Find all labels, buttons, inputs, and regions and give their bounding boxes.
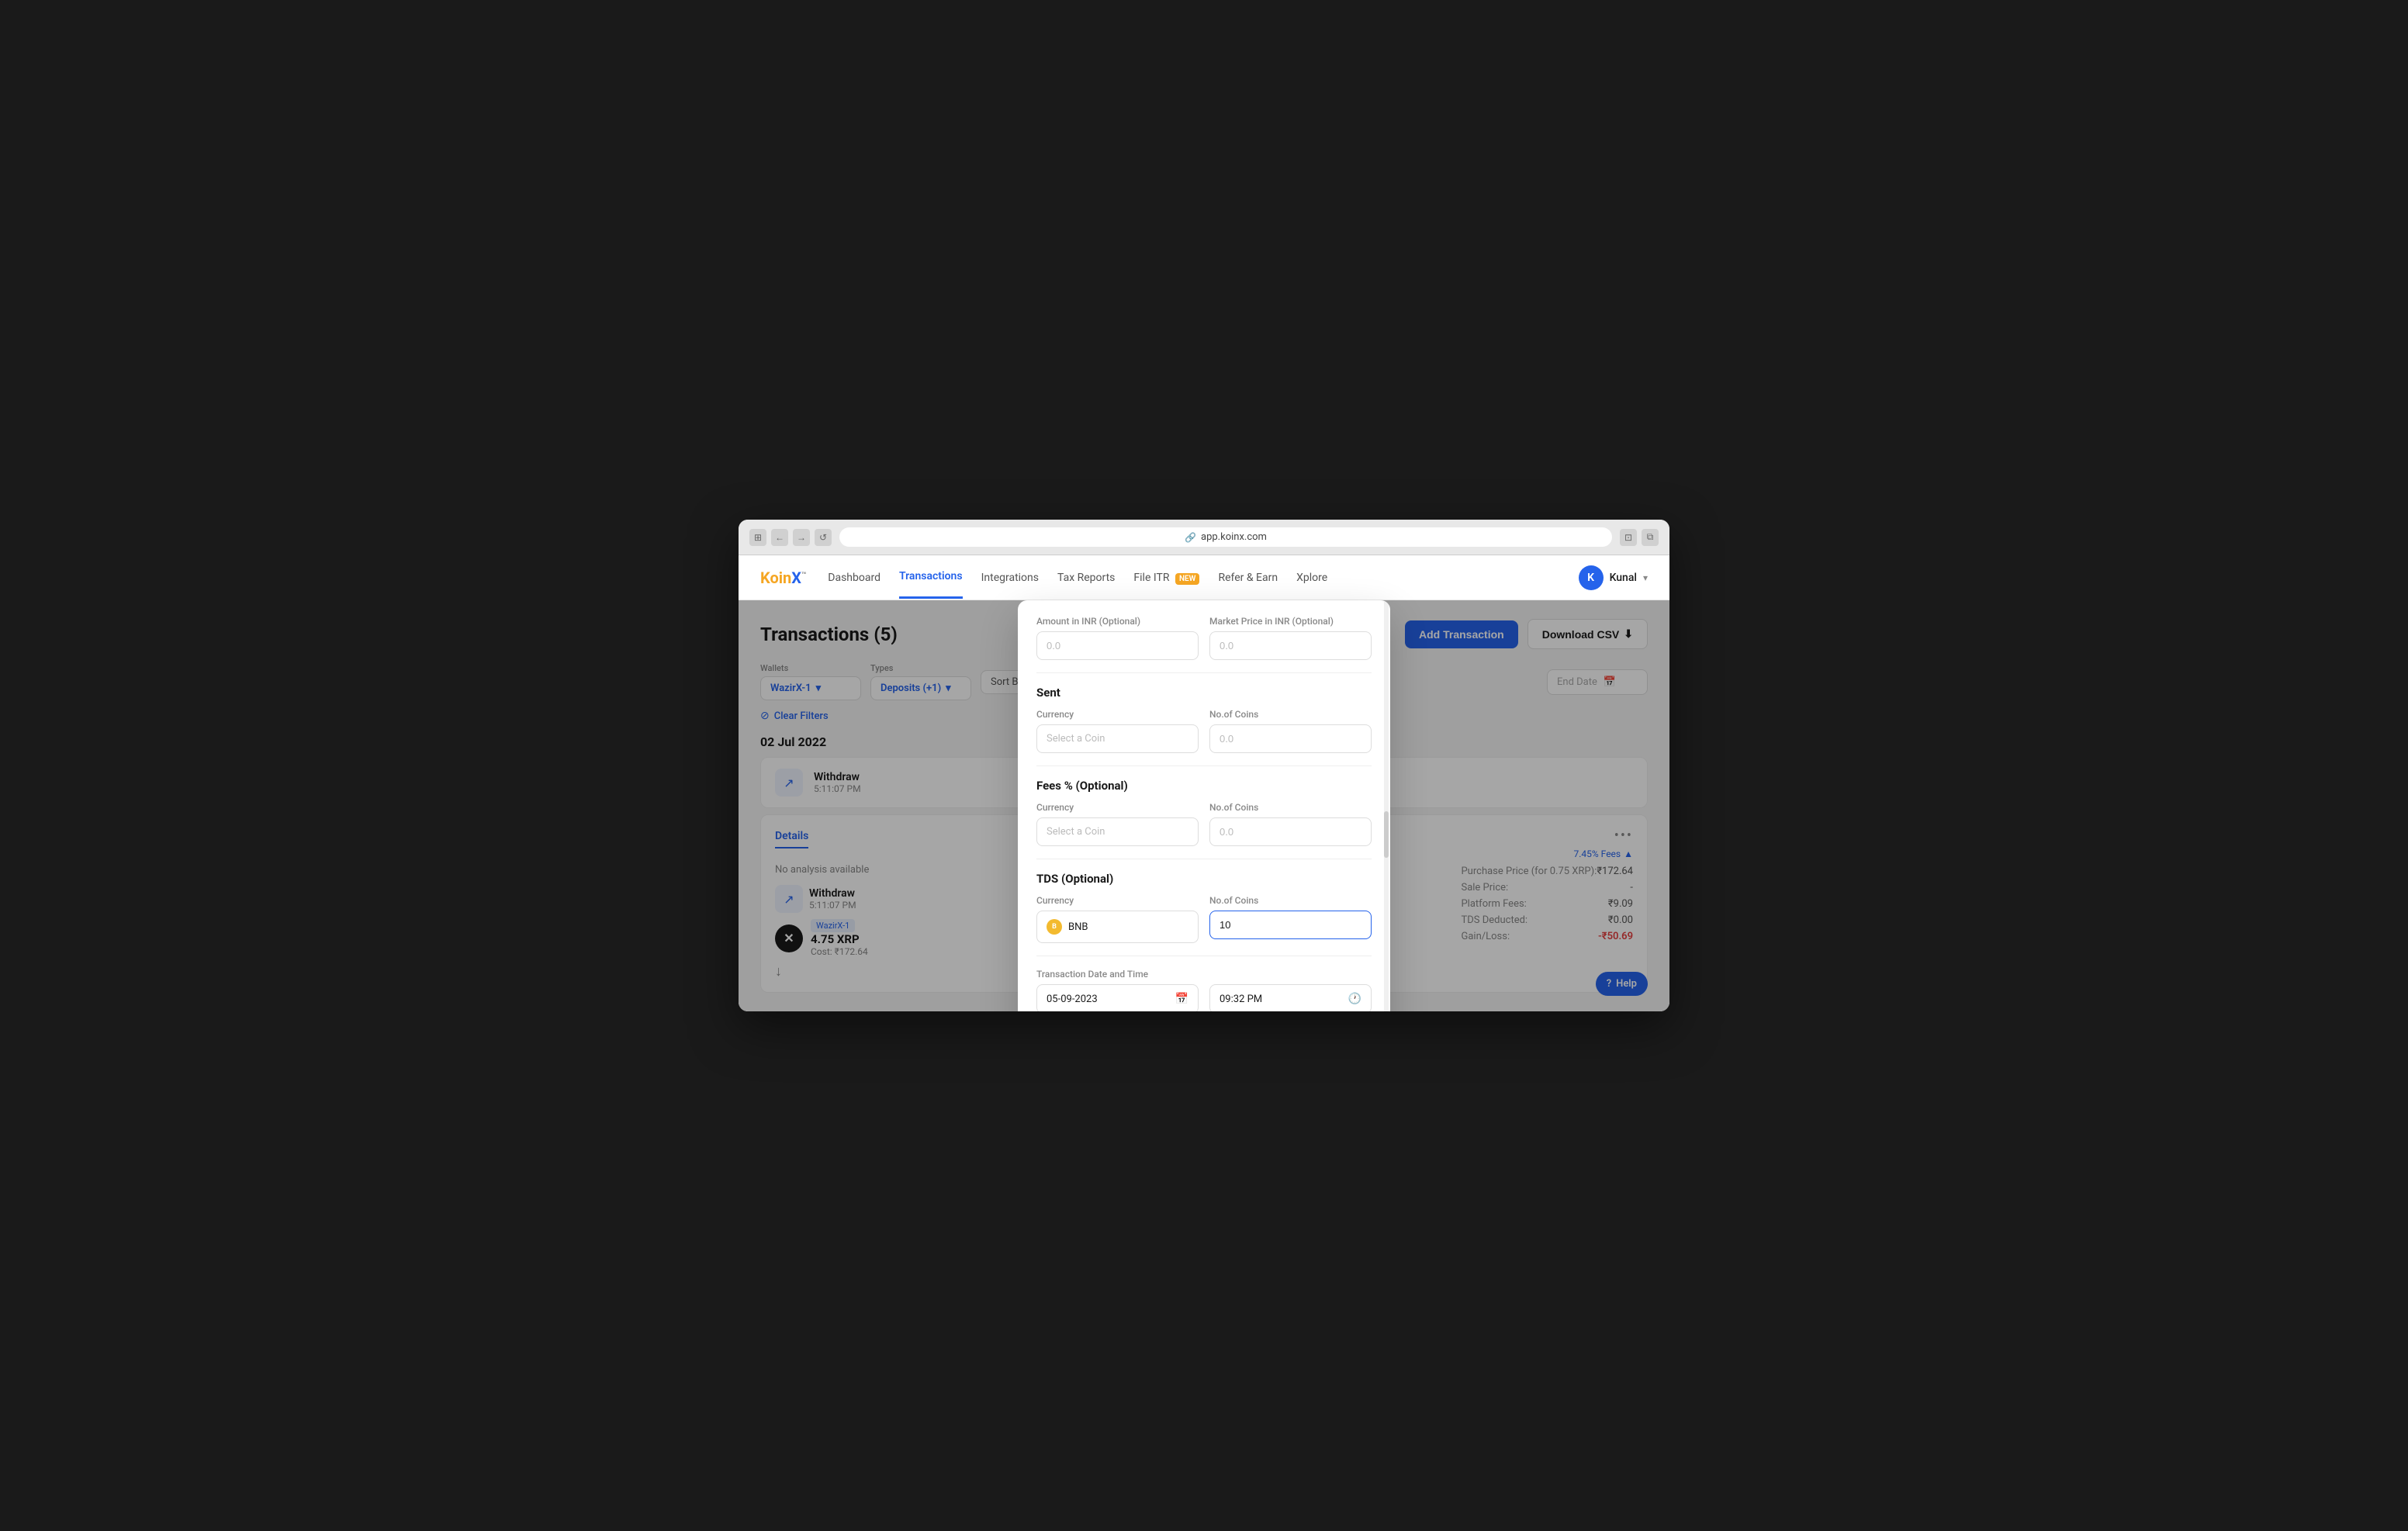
amount-inr-label: Amount in INR (Optional) — [1036, 616, 1199, 627]
market-price-label: Market Price in INR (Optional) — [1209, 616, 1372, 627]
modal-body: Amount in INR (Optional) Market Price in… — [1018, 600, 1390, 1011]
back-btn[interactable]: ← — [771, 529, 788, 546]
nav-xplore[interactable]: Xplore — [1296, 558, 1327, 598]
sidebar-toggle-btn[interactable]: ⊞ — [749, 529, 766, 546]
date-input[interactable]: 05-09-2023 📅 — [1036, 984, 1199, 1011]
sent-section-title: Sent — [1036, 686, 1372, 700]
fees-currency-group: Currency Select a Coin — [1036, 802, 1199, 846]
nav-links: Dashboard Transactions Integrations Tax … — [828, 556, 1556, 599]
sent-currency-group: Currency Select a Coin — [1036, 709, 1199, 753]
datetime-row: 05-09-2023 📅 09:32 PM 🕐 — [1036, 984, 1372, 1011]
divider-1 — [1036, 672, 1372, 673]
tds-coins-label: No.of Coins — [1209, 895, 1372, 906]
time-input[interactable]: 09:32 PM 🕐 — [1209, 984, 1372, 1011]
amount-inr-group: Amount in INR (Optional) — [1036, 616, 1199, 660]
date-calendar-icon: 📅 — [1175, 993, 1188, 1005]
tds-currency-label: Currency — [1036, 895, 1199, 906]
add-transaction-modal: Amount in INR (Optional) Market Price in… — [1018, 600, 1390, 1011]
sent-currency-label: Currency — [1036, 709, 1199, 720]
modal-overlay: Amount in INR (Optional) Market Price in… — [739, 600, 1669, 1011]
logo: KoinX™ — [760, 569, 806, 587]
datetime-label: Transaction Date and Time — [1036, 969, 1372, 980]
browser-action-1[interactable]: ⊡ — [1620, 529, 1637, 546]
time-clock-icon: 🕐 — [1348, 993, 1361, 1005]
sent-coins-label: No.of Coins — [1209, 709, 1372, 720]
tds-coins-input[interactable] — [1209, 911, 1372, 939]
avatar: K — [1579, 565, 1604, 590]
fees-section-title: Fees % (Optional) — [1036, 779, 1372, 793]
nav-transactions[interactable]: Transactions — [899, 556, 963, 599]
scrollbar-thumb[interactable] — [1384, 811, 1389, 858]
tds-section-title: TDS (Optional) — [1036, 872, 1372, 886]
address-bar[interactable]: 🔗 app.koinx.com — [839, 527, 1612, 547]
navbar: KoinX™ Dashboard Transactions Integratio… — [739, 555, 1669, 600]
amount-inr-input[interactable] — [1036, 631, 1199, 660]
market-price-input[interactable] — [1209, 631, 1372, 660]
reload-btn[interactable]: ↺ — [815, 529, 832, 546]
forward-btn[interactable]: → — [793, 529, 810, 546]
tds-row: Currency B BNB No.of Coins — [1036, 895, 1372, 943]
fees-row: Currency Select a Coin No.of Coins — [1036, 802, 1372, 846]
fees-currency-select[interactable]: Select a Coin — [1036, 817, 1199, 846]
tds-coins-group: No.of Coins — [1209, 895, 1372, 943]
fees-coins-input[interactable] — [1209, 817, 1372, 846]
fees-currency-label: Currency — [1036, 802, 1199, 813]
sent-row: Currency Select a Coin No.of Coins — [1036, 709, 1372, 753]
fees-coins-group: No.of Coins — [1209, 802, 1372, 846]
url-display: app.koinx.com — [1201, 531, 1267, 543]
sent-currency-select[interactable]: Select a Coin — [1036, 724, 1199, 753]
user-name[interactable]: Kunal — [1610, 572, 1637, 584]
nav-dashboard[interactable]: Dashboard — [828, 558, 881, 598]
nav-tax-reports[interactable]: Tax Reports — [1057, 558, 1115, 598]
new-badge: NEW — [1175, 573, 1200, 585]
inr-row: Amount in INR (Optional) Market Price in… — [1036, 616, 1372, 660]
sent-coins-group: No.of Coins — [1209, 709, 1372, 753]
user-dropdown-icon[interactable]: ▾ — [1643, 572, 1648, 583]
tds-currency-group: Currency B BNB — [1036, 895, 1199, 943]
fees-coins-label: No.of Coins — [1209, 802, 1372, 813]
nav-file-itr[interactable]: File ITR NEW — [1133, 558, 1199, 598]
browser-action-2[interactable]: ⧉ — [1642, 529, 1659, 546]
bnb-icon: B — [1047, 919, 1062, 935]
main-area: Transactions (5) Add Transaction Downloa… — [739, 600, 1669, 1011]
nav-right: K Kunal ▾ — [1579, 565, 1648, 590]
datetime-group: Transaction Date and Time 05-09-2023 📅 0… — [1036, 969, 1372, 1011]
market-price-group: Market Price in INR (Optional) — [1209, 616, 1372, 660]
tds-currency-select[interactable]: B BNB — [1036, 911, 1199, 943]
nav-refer-earn[interactable]: Refer & Earn — [1218, 558, 1278, 598]
nav-integrations[interactable]: Integrations — [981, 558, 1039, 598]
scrollbar-track — [1384, 600, 1389, 1011]
sent-coins-input[interactable] — [1209, 724, 1372, 753]
